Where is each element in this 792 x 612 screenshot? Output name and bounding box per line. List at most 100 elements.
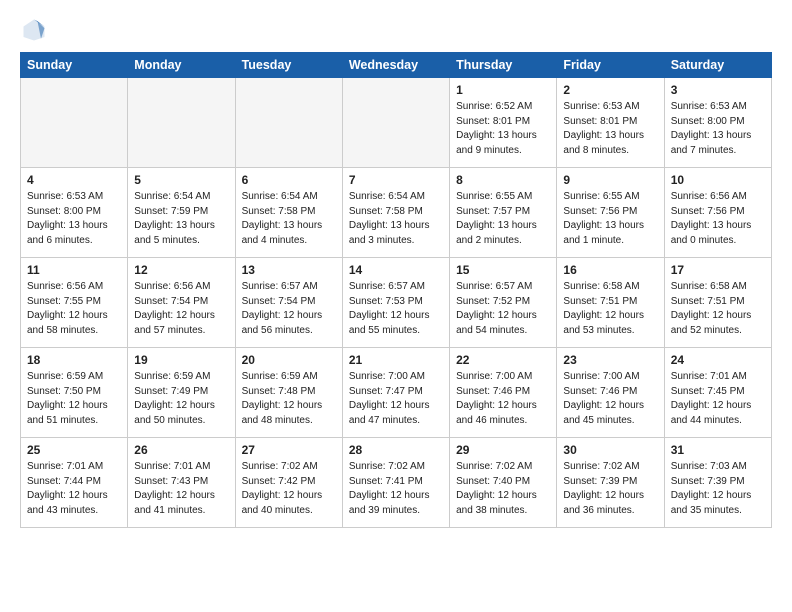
day-number: 16 [563,263,657,277]
day-number: 7 [349,173,443,187]
day-number: 21 [349,353,443,367]
day-info: Sunrise: 6:55 AM Sunset: 7:56 PM Dayligh… [563,190,657,248]
logo-icon [20,16,48,44]
col-header-monday: Monday [128,53,235,78]
day-info: Sunrise: 6:53 AM Sunset: 8:00 PM Dayligh… [27,190,121,248]
calendar-cell: 20 Sunrise: 6:59 AM Sunset: 7:48 PM Dayli… [235,348,342,438]
day-info: Sunrise: 6:58 AM Sunset: 7:51 PM Dayligh… [671,280,765,338]
col-header-thursday: Thursday [450,53,557,78]
day-info: Sunrise: 7:01 AM Sunset: 7:43 PM Dayligh… [134,460,228,518]
day-info: Sunrise: 7:00 AM Sunset: 7:47 PM Dayligh… [349,370,443,428]
calendar-cell: 1Sunrise: 6:52 AM Sunset: 8:01 PM Daylig… [450,78,557,168]
calendar-cell: 4 Sunrise: 6:53 AM Sunset: 8:00 PM Daylig… [21,168,128,258]
calendar-cell: 22 Sunrise: 7:00 AM Sunset: 7:46 PM Dayli… [450,348,557,438]
calendar-cell: 7Sunrise: 6:54 AM Sunset: 7:58 PM Daylig… [342,168,449,258]
day-number: 8 [456,173,550,187]
calendar-week-2: 4 Sunrise: 6:53 AM Sunset: 8:00 PM Daylig… [21,168,772,258]
day-info: Sunrise: 6:56 AM Sunset: 7:56 PM Dayligh… [671,190,765,248]
page: SundayMondayTuesdayWednesdayThursdayFrid… [0,0,792,544]
day-number: 27 [242,443,336,457]
day-info: Sunrise: 7:00 AM Sunset: 7:46 PM Dayligh… [456,370,550,428]
day-info: Sunrise: 6:57 AM Sunset: 7:54 PM Dayligh… [242,280,336,338]
day-number: 22 [456,353,550,367]
calendar-cell [21,78,128,168]
calendar-cell: 30 Sunrise: 7:02 AM Sunset: 7:39 PM Dayli… [557,438,664,528]
day-info: Sunrise: 7:02 AM Sunset: 7:39 PM Dayligh… [563,460,657,518]
day-info: Sunrise: 6:59 AM Sunset: 7:50 PM Dayligh… [27,370,121,428]
day-number: 10 [671,173,765,187]
calendar-cell [235,78,342,168]
calendar-cell: 12 Sunrise: 6:56 AM Sunset: 7:54 PM Dayli… [128,258,235,348]
day-info: Sunrise: 6:53 AM Sunset: 8:01 PM Dayligh… [563,100,657,158]
header [20,16,772,44]
day-info: Sunrise: 6:58 AM Sunset: 7:51 PM Dayligh… [563,280,657,338]
col-header-friday: Friday [557,53,664,78]
day-info: Sunrise: 6:56 AM Sunset: 7:54 PM Dayligh… [134,280,228,338]
col-header-wednesday: Wednesday [342,53,449,78]
day-info: Sunrise: 7:03 AM Sunset: 7:39 PM Dayligh… [671,460,765,518]
day-info: Sunrise: 6:56 AM Sunset: 7:55 PM Dayligh… [27,280,121,338]
day-info: Sunrise: 7:02 AM Sunset: 7:41 PM Dayligh… [349,460,443,518]
day-number: 9 [563,173,657,187]
day-number: 25 [27,443,121,457]
calendar-cell [128,78,235,168]
day-number: 29 [456,443,550,457]
calendar-cell: 18 Sunrise: 6:59 AM Sunset: 7:50 PM Dayli… [21,348,128,438]
calendar-cell: 15Sunrise: 6:57 AM Sunset: 7:52 PM Dayli… [450,258,557,348]
day-info: Sunrise: 6:53 AM Sunset: 8:00 PM Dayligh… [671,100,765,158]
calendar-cell: 6Sunrise: 6:54 AM Sunset: 7:58 PM Daylig… [235,168,342,258]
day-number: 14 [349,263,443,277]
day-number: 3 [671,83,765,97]
calendar-cell [342,78,449,168]
day-info: Sunrise: 7:01 AM Sunset: 7:45 PM Dayligh… [671,370,765,428]
day-number: 18 [27,353,121,367]
calendar-week-5: 25Sunrise: 7:01 AM Sunset: 7:44 PM Dayli… [21,438,772,528]
calendar-cell: 9 Sunrise: 6:55 AM Sunset: 7:56 PM Daylig… [557,168,664,258]
calendar-cell: 16 Sunrise: 6:58 AM Sunset: 7:51 PM Dayli… [557,258,664,348]
calendar-cell: 11Sunrise: 6:56 AM Sunset: 7:55 PM Dayli… [21,258,128,348]
calendar-week-4: 18 Sunrise: 6:59 AM Sunset: 7:50 PM Dayli… [21,348,772,438]
calendar-cell: 13 Sunrise: 6:57 AM Sunset: 7:54 PM Dayli… [235,258,342,348]
day-info: Sunrise: 7:02 AM Sunset: 7:40 PM Dayligh… [456,460,550,518]
day-number: 28 [349,443,443,457]
calendar-week-1: 1Sunrise: 6:52 AM Sunset: 8:01 PM Daylig… [21,78,772,168]
day-number: 30 [563,443,657,457]
day-info: Sunrise: 7:00 AM Sunset: 7:46 PM Dayligh… [563,370,657,428]
col-header-saturday: Saturday [664,53,771,78]
calendar-cell: 14Sunrise: 6:57 AM Sunset: 7:53 PM Dayli… [342,258,449,348]
calendar-cell: 3 Sunrise: 6:53 AM Sunset: 8:00 PM Daylig… [664,78,771,168]
calendar-cell: 5Sunrise: 6:54 AM Sunset: 7:59 PM Daylig… [128,168,235,258]
calendar-week-3: 11Sunrise: 6:56 AM Sunset: 7:55 PM Dayli… [21,258,772,348]
day-number: 17 [671,263,765,277]
day-number: 19 [134,353,228,367]
day-number: 4 [27,173,121,187]
calendar-header-row: SundayMondayTuesdayWednesdayThursdayFrid… [21,53,772,78]
calendar-cell: 21 Sunrise: 7:00 AM Sunset: 7:47 PM Dayli… [342,348,449,438]
calendar-cell: 27 Sunrise: 7:02 AM Sunset: 7:42 PM Dayli… [235,438,342,528]
day-number: 13 [242,263,336,277]
day-info: Sunrise: 7:02 AM Sunset: 7:42 PM Dayligh… [242,460,336,518]
calendar-cell: 23Sunrise: 7:00 AM Sunset: 7:46 PM Dayli… [557,348,664,438]
col-header-sunday: Sunday [21,53,128,78]
day-info: Sunrise: 6:59 AM Sunset: 7:48 PM Dayligh… [242,370,336,428]
day-number: 12 [134,263,228,277]
calendar-cell: 17 Sunrise: 6:58 AM Sunset: 7:51 PM Dayli… [664,258,771,348]
day-number: 2 [563,83,657,97]
calendar-cell: 2 Sunrise: 6:53 AM Sunset: 8:01 PM Daylig… [557,78,664,168]
calendar-cell: 10 Sunrise: 6:56 AM Sunset: 7:56 PM Dayli… [664,168,771,258]
day-info: Sunrise: 6:55 AM Sunset: 7:57 PM Dayligh… [456,190,550,248]
calendar-cell: 26Sunrise: 7:01 AM Sunset: 7:43 PM Dayli… [128,438,235,528]
day-info: Sunrise: 6:54 AM Sunset: 7:58 PM Dayligh… [242,190,336,248]
logo [20,16,52,44]
day-info: Sunrise: 6:54 AM Sunset: 7:59 PM Dayligh… [134,190,228,248]
day-number: 24 [671,353,765,367]
day-number: 31 [671,443,765,457]
day-info: Sunrise: 6:59 AM Sunset: 7:49 PM Dayligh… [134,370,228,428]
day-number: 1 [456,83,550,97]
col-header-tuesday: Tuesday [235,53,342,78]
calendar-cell: 19 Sunrise: 6:59 AM Sunset: 7:49 PM Dayli… [128,348,235,438]
day-number: 20 [242,353,336,367]
calendar-cell: 31 Sunrise: 7:03 AM Sunset: 7:39 PM Dayli… [664,438,771,528]
day-number: 15 [456,263,550,277]
calendar-cell: 28 Sunrise: 7:02 AM Sunset: 7:41 PM Dayli… [342,438,449,528]
